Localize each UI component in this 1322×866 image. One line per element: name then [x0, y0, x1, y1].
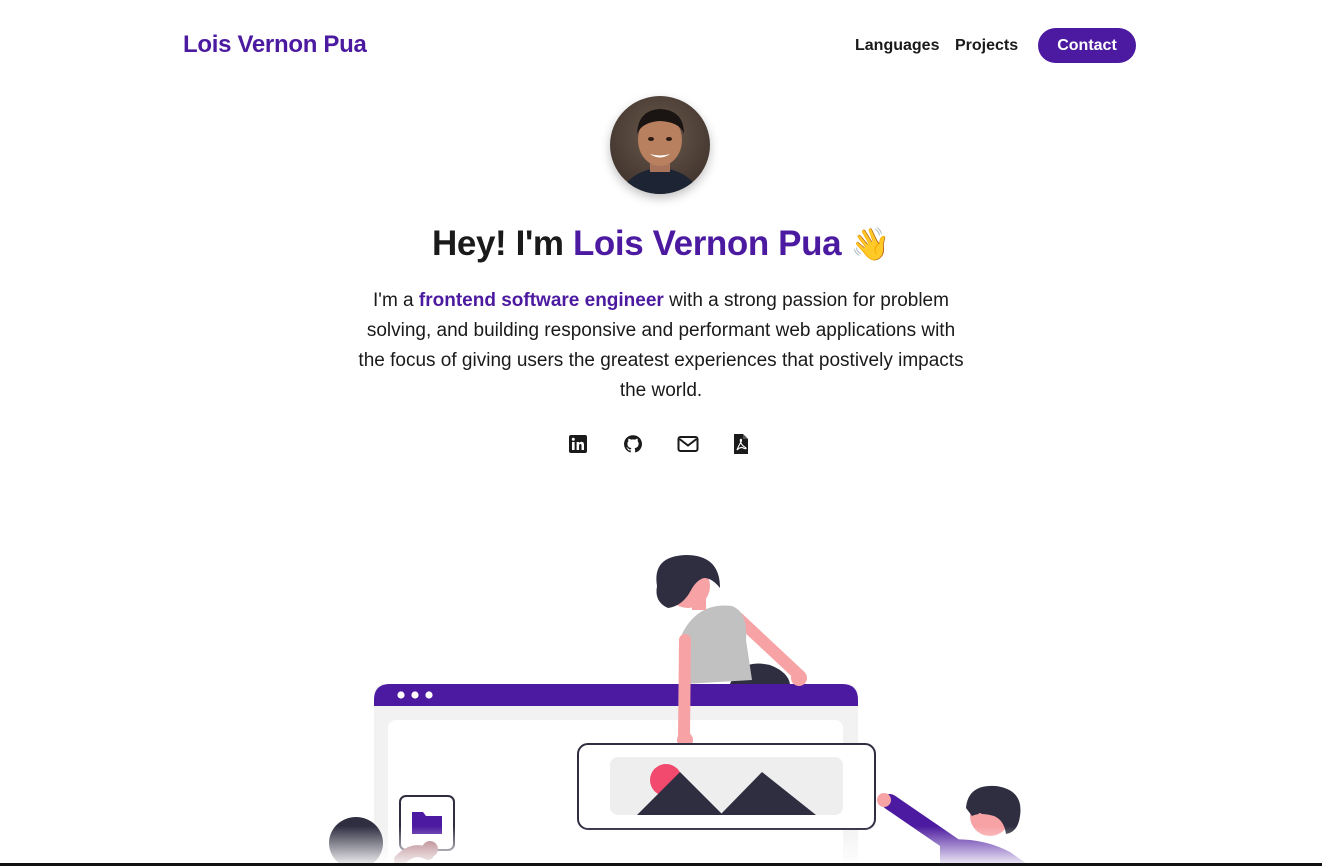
- profile-avatar: [610, 96, 710, 194]
- hero-illustration: [300, 540, 1060, 866]
- bottom-fade-overlay: [0, 826, 1322, 866]
- hero-heading: Hey! I'm Lois Vernon Pua 👋: [0, 224, 1322, 264]
- brand-logo-link[interactable]: Lois Vernon Pua: [183, 31, 367, 59]
- github-link[interactable]: [622, 432, 644, 456]
- nav-link-languages[interactable]: Languages: [855, 37, 939, 55]
- image-card-graphic: [577, 743, 876, 830]
- contact-button[interactable]: Contact: [1038, 28, 1136, 63]
- linkedin-link[interactable]: [567, 432, 589, 456]
- profile-photo-image: [610, 96, 710, 194]
- linkedin-icon: [569, 435, 587, 453]
- hero-bio: I'm a frontend software engineer with a …: [356, 286, 966, 406]
- github-icon: [624, 435, 642, 453]
- hero-greeting: Hey! I'm: [432, 224, 573, 263]
- resume-pdf-link[interactable]: [730, 432, 752, 456]
- team-building-website-illustration: [329, 555, 1030, 866]
- bio-intro: I'm a: [373, 290, 419, 311]
- email-link[interactable]: [677, 432, 699, 456]
- hero-name: Lois Vernon Pua: [572, 224, 842, 263]
- bio-highlight: frontend software engineer: [418, 290, 664, 311]
- navbar: Lois Vernon Pua Languages Projects Conta…: [0, 0, 1322, 92]
- mail-icon: [677, 436, 699, 452]
- social-links: [0, 432, 1322, 458]
- pdf-resume-icon: [734, 434, 748, 454]
- nav-link-projects[interactable]: Projects: [955, 37, 1018, 55]
- waving-hand-icon: 👋: [850, 226, 891, 262]
